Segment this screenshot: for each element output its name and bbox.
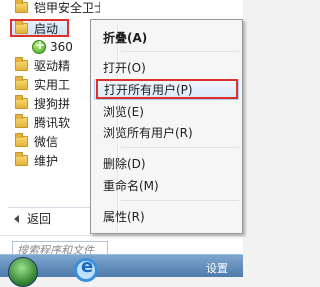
program-folder-tencent[interactable]: 腾讯软 xyxy=(0,113,100,131)
program-label: 启动 xyxy=(34,21,59,36)
folder-icon xyxy=(15,21,28,34)
program-label: 搜狗拼 xyxy=(34,96,71,111)
back-arrow-icon xyxy=(14,214,19,223)
taskbar: 设置 xyxy=(0,254,243,287)
program-folder-kaijia[interactable]: 铠甲安全卫士 xyxy=(0,0,100,16)
program-folder-tools[interactable]: 实用工 xyxy=(0,75,100,93)
menu-item-collapse[interactable]: 折叠(A) xyxy=(94,27,239,48)
program-label: 驱动精 xyxy=(34,58,71,73)
program-folder-maintenance[interactable]: 维护 xyxy=(0,151,100,169)
taskbar-item-label[interactable]: 设置 xyxy=(206,260,228,276)
start-button-icon[interactable] xyxy=(8,257,38,287)
folder-icon xyxy=(15,113,28,128)
folder-icon xyxy=(15,132,28,147)
menu-separator xyxy=(121,147,239,148)
menu-separator xyxy=(121,51,239,52)
back-button[interactable]: 返回 xyxy=(8,207,100,229)
program-folder-driver[interactable]: 驱动精 xyxy=(0,56,100,74)
context-menu: 折叠(A) 打开(O) 打开所有用户(P) 浏览(E) 浏览所有用户(R) 删除… xyxy=(90,19,243,234)
program-folder-wechat[interactable]: 微信 xyxy=(0,132,100,150)
menu-item-rename[interactable]: 重命名(M) xyxy=(94,175,239,196)
folder-icon xyxy=(15,56,28,71)
program-folder-startup[interactable]: 启动 xyxy=(10,19,69,37)
menu-item-open-all-users[interactable]: 打开所有用户(P) xyxy=(94,79,239,100)
internet-explorer-icon[interactable] xyxy=(74,256,98,282)
folder-icon xyxy=(15,0,28,13)
program-label: 腾讯软 xyxy=(34,115,71,130)
program-label: 微信 xyxy=(34,134,59,149)
folder-icon xyxy=(15,94,28,109)
back-label: 返回 xyxy=(27,212,52,226)
menu-item-open[interactable]: 打开(O) xyxy=(94,57,239,78)
program-label: 实用工 xyxy=(34,77,71,92)
divider xyxy=(0,235,243,236)
menu-item-explore[interactable]: 浏览(E) xyxy=(94,101,239,122)
menu-item-properties[interactable]: 属性(R) xyxy=(94,206,239,227)
menu-item-delete[interactable]: 删除(D) xyxy=(94,153,239,174)
program-label: 铠甲安全卫士 xyxy=(34,0,100,15)
program-folder-sogou[interactable]: 搜狗拼 xyxy=(0,94,100,112)
folder-icon xyxy=(15,151,28,166)
folder-icon xyxy=(15,75,28,90)
program-item-360[interactable]: 360 xyxy=(32,38,73,55)
menu-separator xyxy=(121,200,239,201)
menu-item-explore-all-users[interactable]: 浏览所有用户(R) xyxy=(94,122,239,143)
program-label: 维护 xyxy=(34,153,59,168)
program-label: 360 xyxy=(50,40,73,54)
app-360-icon xyxy=(32,38,46,54)
